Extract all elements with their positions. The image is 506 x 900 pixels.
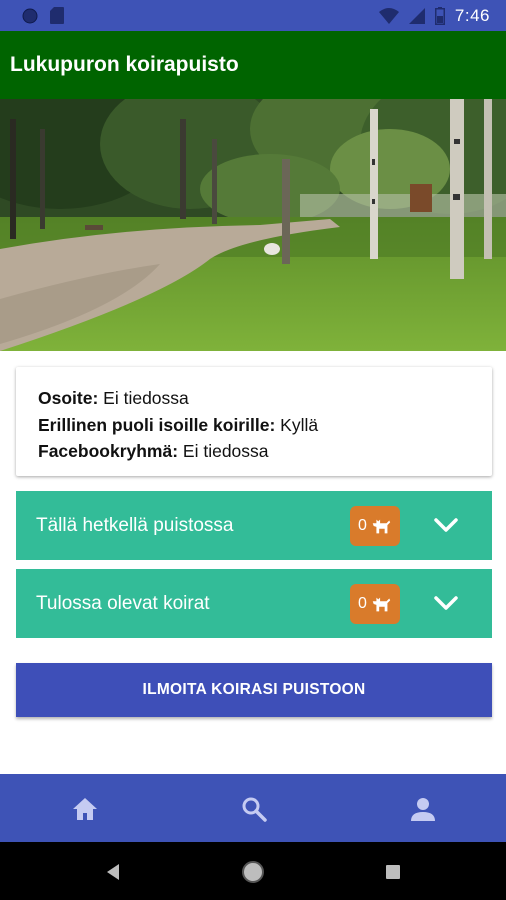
separate-area-row: Erillinen puoli isoille koirille: Kyllä <box>38 412 492 439</box>
signal-icon <box>408 8 425 24</box>
chevron-down-icon[interactable] <box>434 515 458 535</box>
panel-label: Tulossa olevat koirat <box>36 593 210 614</box>
system-nav-bar <box>0 842 506 900</box>
person-icon <box>411 798 435 821</box>
dog-count-badge: 0 <box>350 584 400 624</box>
park-photo-illustration <box>0 99 506 351</box>
separate-area-value: Kyllä <box>280 414 319 435</box>
back-icon <box>107 864 119 880</box>
currently-in-park-panel[interactable]: Tällä hetkellä puistossa 0 <box>16 491 492 560</box>
home-system-button[interactable] <box>241 860 265 884</box>
address-label: Osoite: <box>38 388 99 408</box>
sim-card-icon <box>50 7 64 24</box>
back-button[interactable] <box>101 860 125 884</box>
upcoming-dogs-panel[interactable]: Tulossa olevat koirat 0 <box>16 569 492 638</box>
address-row: Osoite: Ei tiedossa <box>38 385 492 412</box>
facebook-label: Facebookryhmä: <box>38 441 179 461</box>
page-title: Lukupuron koirapuisto <box>10 53 239 76</box>
status-clock: 7:46 <box>454 6 490 25</box>
separate-area-label: Erillinen puoli isoille koirille: <box>38 414 276 435</box>
nav-search[interactable] <box>239 794 269 824</box>
recents-button[interactable] <box>381 860 405 884</box>
facebook-row: Facebookryhmä: Ei tiedossa <box>38 438 492 465</box>
dog-icon <box>372 597 391 612</box>
park-photo <box>0 99 506 351</box>
dog-count-badge: 0 <box>350 506 400 546</box>
app-bar: Lukupuron koirapuisto <box>0 31 506 99</box>
dog-icon <box>372 519 391 534</box>
bottom-nav <box>0 774 506 842</box>
dog-count: 0 <box>358 517 367 534</box>
chevron-down-icon[interactable] <box>434 593 458 613</box>
register-dog-button[interactable]: ILMOITA KOIRASI PUISTOON <box>16 663 492 717</box>
nav-profile[interactable] <box>408 794 438 824</box>
battery-icon <box>434 7 445 25</box>
circle-icon <box>22 8 38 23</box>
home-circle-icon <box>242 861 264 883</box>
nav-home[interactable] <box>70 794 100 824</box>
recents-icon <box>386 865 400 879</box>
panel-label: Tällä hetkellä puistossa <box>36 515 234 536</box>
address-value: Ei tiedossa <box>103 388 189 408</box>
dog-count: 0 <box>358 595 367 612</box>
home-icon <box>73 798 97 820</box>
facebook-value: Ei tiedossa <box>182 441 269 461</box>
park-info-card: Osoite: Ei tiedossa Erillinen puoli isoi… <box>16 367 492 476</box>
search-icon <box>242 797 267 822</box>
wifi-icon <box>378 8 399 24</box>
status-bar: 7:46 <box>0 0 506 31</box>
